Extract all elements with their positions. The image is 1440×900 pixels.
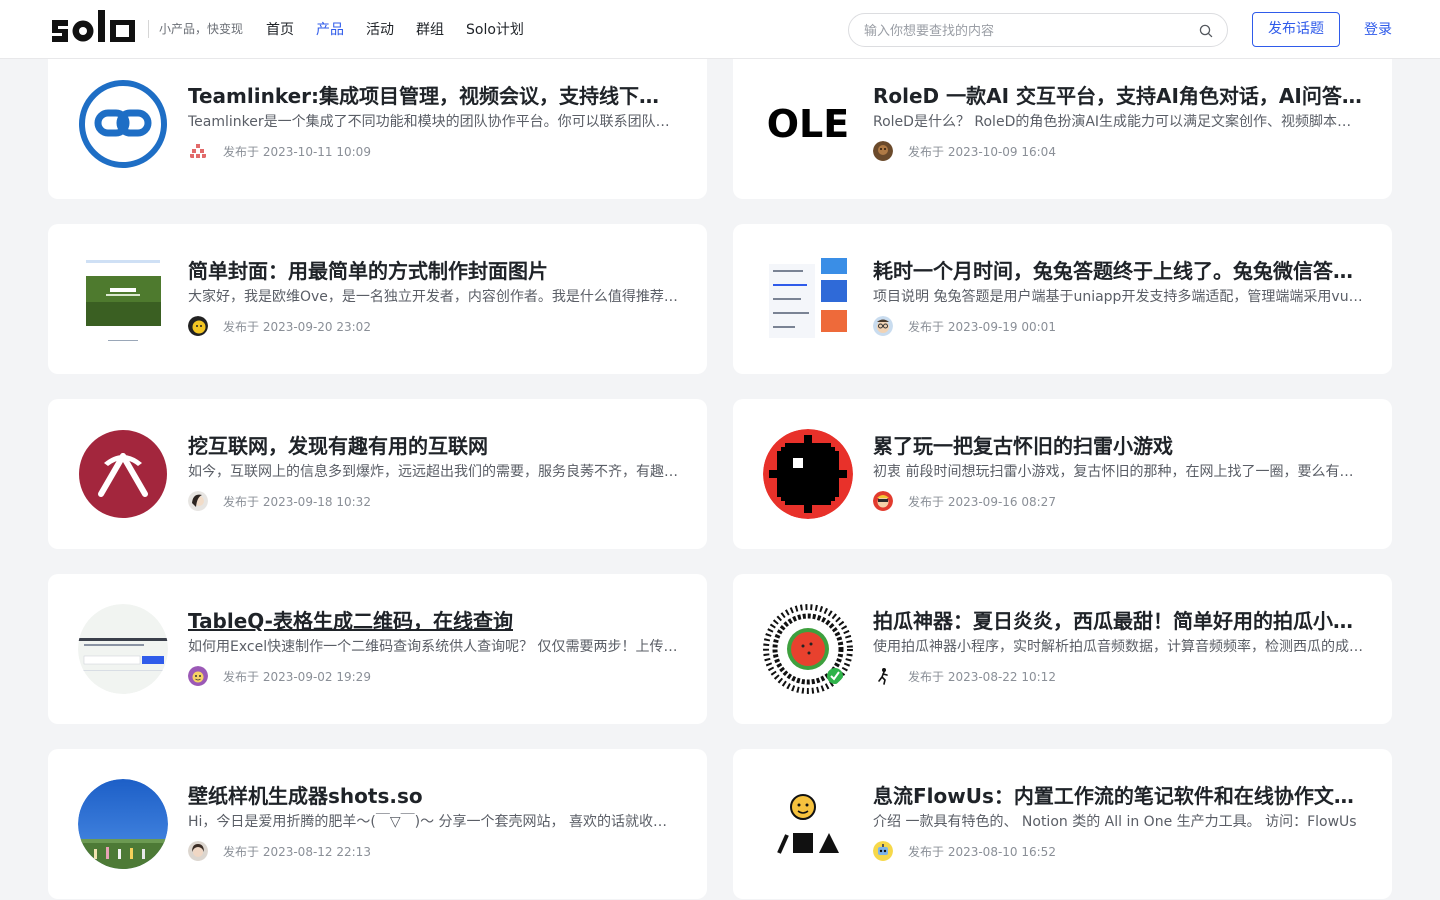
purple-avatar-icon [188, 666, 208, 686]
product-description: 如何用Excel快速制作一个二维码查询系统供人查询呢？ 仅仅需要两步！上传表格 [188, 639, 678, 655]
product-card[interactable]: 壁纸样机生成器shots.so Hi，今日是爱用折腾的肥羊～(￣▽￣)～ 分享一… [48, 749, 707, 899]
product-card[interactable]: 耗时一个月时间，兔兔答题终于上线了。兔兔微信答题小程序 项目说明 兔兔答题是用户… [733, 224, 1392, 374]
product-title[interactable]: 拍瓜神器：夏日炎炎，西瓜最甜！简单好用的拍瓜小程序 [873, 607, 1363, 635]
runner-avatar-icon [873, 666, 893, 686]
author-avatar[interactable] [873, 841, 893, 861]
publish-time: 发布于 2023-10-09 16:04 [908, 145, 1056, 159]
author-avatar[interactable] [873, 666, 893, 686]
publish-time: 发布于 2023-08-10 16:52 [908, 845, 1056, 859]
publish-time: 发布于 2023-10-11 10:09 [223, 145, 371, 159]
product-description: 项目说明 兔兔答题是用户端基于uniapp开发支持多端适配，管理端端采用vue开… [873, 289, 1363, 305]
publish-time: 发布于 2023-09-20 23:02 [223, 320, 371, 334]
search-input[interactable] [864, 21, 1184, 41]
author-avatar[interactable] [188, 841, 208, 861]
flowus-logo-icon [763, 779, 853, 869]
product-description: RoleD是什么？ RoleD的角色扮演AI生成能力可以满足文案创作、视频脚本等… [873, 114, 1363, 130]
product-description: Hi，今日是爱用折腾的肥羊～(￣▽￣)～ 分享一个套壳网站， 喜欢的话就收藏吧 [188, 814, 678, 830]
publish-time: 发布于 2023-09-18 10:32 [223, 495, 371, 509]
brown-avatar-icon [873, 141, 893, 161]
product-description: Teamlinker是一个集成了不同功能和模块的团队协作平台。你可以联系团队成员… [188, 114, 678, 130]
nav-events[interactable]: 活动 [366, 20, 394, 40]
nav-products[interactable]: 产品 [316, 20, 344, 40]
author-avatar[interactable] [873, 316, 893, 336]
product-title[interactable]: 息流FlowUs：内置工作流的笔记软件和在线协作文档平台 [873, 782, 1363, 810]
author-avatar[interactable] [188, 316, 208, 336]
product-title[interactable]: TableQ-表格生成二维码，在线查询 [188, 607, 678, 635]
solo-logo[interactable] [50, 10, 138, 48]
product-card[interactable]: 拍瓜神器：夏日炎炎，西瓜最甜！简单好用的拍瓜小程序 使用拍瓜神器小程序，实时解析… [733, 574, 1392, 724]
author-avatar[interactable] [188, 491, 208, 511]
tableq-screenshot-icon [78, 604, 168, 694]
pixel-avatar-icon [188, 141, 208, 161]
search-box [848, 13, 1228, 47]
author-avatar[interactable] [188, 666, 208, 686]
glasses-avatar-icon [873, 316, 893, 336]
product-thumbnail [763, 779, 853, 869]
product-thumbnail [78, 779, 168, 869]
product-title[interactable]: 累了玩一把复古怀旧的扫雷小游戏 [873, 432, 1363, 460]
search-icon[interactable] [1199, 24, 1213, 38]
login-link[interactable]: 登录 [1364, 20, 1392, 40]
product-card[interactable]: 简单封面：用最简单的方式制作封面图片 大家好，我是欧维Ove，是一名独立开发者，… [48, 224, 707, 374]
product-thumbnail [78, 429, 168, 519]
author-avatar[interactable] [188, 141, 208, 161]
product-title[interactable]: RoleD 一款AI 交互平台，支持AI角色对话，AI问答，AI绘画 [873, 82, 1363, 110]
product-description: 如今，互联网上的信息多到爆炸，远远超出我们的需要，服务良莠不齐，有趣有用的网站 [188, 464, 678, 480]
product-card[interactable]: TableQ-表格生成二维码，在线查询 如何用Excel快速制作一个二维码查询系… [48, 574, 707, 724]
publish-time: 发布于 2023-09-16 08:27 [908, 495, 1056, 509]
product-thumbnail [763, 429, 853, 519]
chain-link-logo-icon [79, 80, 167, 168]
watermelon-qrcode-icon [763, 604, 853, 694]
site-slogan: 小产品，快变现 [148, 20, 243, 38]
publish-time: 发布于 2023-08-12 22:13 [223, 845, 371, 859]
product-title[interactable]: 壁纸样机生成器shots.so [188, 782, 678, 810]
product-description: 介绍 一款具有特色的、 Notion 类的 All in One 生产力工具。 … [873, 814, 1357, 830]
author-avatar[interactable] [873, 141, 893, 161]
nav-solo-plan[interactable]: Solo计划 [466, 20, 524, 40]
robot-avatar-icon [873, 841, 893, 861]
product-thumbnail [78, 254, 168, 344]
face-avatar-icon [188, 841, 208, 861]
product-thumbnail [78, 604, 168, 694]
cover-screenshot-icon [78, 254, 168, 344]
author-avatar[interactable] [873, 491, 893, 511]
svg-text:OLE: OLE [767, 102, 849, 146]
product-description: 初衷 前段时间想玩扫雷小游戏，复古怀旧的那种，在网上找了一圈，要么有广告 [873, 464, 1363, 480]
nav-home[interactable]: 首页 [266, 20, 294, 40]
publish-time: 发布于 2023-08-22 10:12 [908, 670, 1056, 684]
publish-time: 发布于 2023-09-19 00:01 [908, 320, 1056, 334]
product-thumbnail [763, 254, 853, 344]
photo-sky-icon [78, 779, 168, 869]
main-nav: 首页 产品 活动 群组 Solo计划 [266, 20, 524, 40]
product-title[interactable]: 简单封面：用最简单的方式制作封面图片 [188, 257, 678, 285]
product-title[interactable]: 耗时一个月时间，兔兔答题终于上线了。兔兔微信答题小程序 [873, 257, 1363, 285]
product-card[interactable]: 累了玩一把复古怀旧的扫雷小游戏 初衷 前段时间想玩扫雷小游戏，复古怀旧的那种，在… [733, 399, 1392, 549]
role-text-logo-icon: OLE [763, 79, 853, 169]
product-title[interactable]: Teamlinker:集成项目管理，视频会议，支持线下部署的团队协作工具 [188, 82, 678, 110]
product-thumbnail [763, 604, 853, 694]
publish-topic-button[interactable]: 发布话题 [1252, 12, 1340, 47]
quiz-screenshot-icon [763, 254, 853, 344]
girl-avatar-icon [188, 491, 208, 511]
pickaxe-logo-icon [79, 430, 167, 518]
red-avatar-icon [873, 491, 893, 511]
product-thumbnail: OLE [763, 79, 853, 169]
top-header: 小产品，快变现 首页 产品 活动 群组 Solo计划 发布话题 登录 [0, 0, 1440, 59]
minesweeper-logo-icon [763, 429, 853, 519]
product-title[interactable]: 挖互联网，发现有趣有用的互联网 [188, 432, 678, 460]
publish-time: 发布于 2023-09-02 19:29 [223, 670, 371, 684]
yellow-avatar-icon [188, 316, 208, 336]
product-description: 大家好，我是欧维Ove，是一名独立开发者，内容创作者。我是什么值得推荐的人 [188, 289, 678, 305]
product-thumbnail [78, 79, 168, 169]
product-card[interactable]: OLE RoleD 一款AI 交互平台，支持AI角色对话，AI问答，AI绘画 R… [733, 49, 1392, 199]
product-card[interactable]: 息流FlowUs：内置工作流的笔记软件和在线协作文档平台 介绍 一款具有特色的、… [733, 749, 1392, 899]
nav-groups[interactable]: 群组 [416, 20, 444, 40]
product-card[interactable]: Teamlinker:集成项目管理，视频会议，支持线下部署的团队协作工具 Tea… [48, 49, 707, 199]
product-description: 使用拍瓜神器小程序，实时解析拍瓜音频数据，计算音频频率，检测西瓜的成熟度 [873, 639, 1363, 655]
product-card[interactable]: 挖互联网，发现有趣有用的互联网 如今，互联网上的信息多到爆炸，远远超出我们的需要… [48, 399, 707, 549]
